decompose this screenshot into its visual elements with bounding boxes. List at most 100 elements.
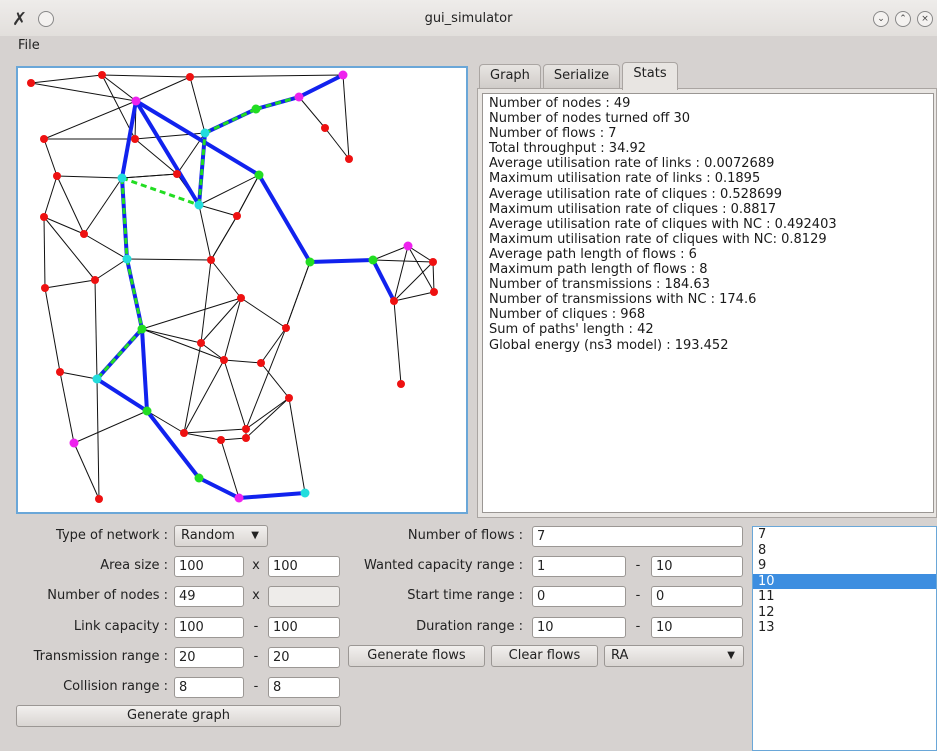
graph-node[interactable] [197,339,205,347]
flow-list-item[interactable]: 12 [753,605,936,621]
wanted-capacity-min-input[interactable] [532,556,626,577]
graph-node[interactable] [242,434,250,442]
graph-edge [43,175,58,218]
graph-node[interactable] [338,70,348,80]
graph-node[interactable] [397,380,405,388]
graph-node[interactable] [305,257,315,267]
graph-node[interactable] [217,436,225,444]
graph-node[interactable] [242,425,250,433]
duration-max-input[interactable] [651,617,743,638]
graph-node[interactable] [368,255,378,265]
number-of-nodes-input[interactable] [174,586,244,607]
start-time-max-input[interactable] [651,586,743,607]
graph-node[interactable] [254,170,264,180]
transmission-range-max-input[interactable] [268,647,340,668]
close-icon[interactable]: × [917,11,933,27]
graph-node[interactable] [220,356,228,364]
graph-edge [59,371,75,444]
clear-flows-button[interactable]: Clear flows [491,645,598,667]
graph-node[interactable] [91,276,99,284]
minimize-icon[interactable]: ⌄ [873,11,889,27]
graph-node[interactable] [257,359,265,367]
tab-graph[interactable]: Graph [479,64,541,88]
number-of-flows-input[interactable] [532,526,743,547]
graph-node[interactable] [98,71,106,79]
flow-list[interactable]: 7 8 9 10 11 12 13 [752,526,937,751]
graph-node[interactable] [92,374,102,384]
maximize-icon[interactable]: ⌃ [895,11,911,27]
generate-graph-button[interactable]: Generate graph [16,705,341,727]
graph-node[interactable] [53,172,61,180]
network-graph[interactable] [18,68,466,512]
graph-node[interactable] [194,473,204,483]
graph-node[interactable] [131,135,139,143]
transmission-range-min-input[interactable] [174,647,244,668]
graph-node[interactable] [69,438,79,448]
graph-node[interactable] [117,173,127,183]
graph-node[interactable] [294,92,304,102]
flow-list-item[interactable]: 13 [753,620,936,636]
graph-node[interactable] [41,284,49,292]
collision-range-max-input[interactable] [268,677,340,698]
graph-node[interactable] [95,495,103,503]
graph-node[interactable] [234,493,244,503]
graph-node[interactable] [345,155,353,163]
graph-node[interactable] [40,135,48,143]
graph-node[interactable] [194,200,204,210]
graph-node[interactable] [173,170,181,178]
nodes-extra-input [268,586,340,607]
stats-text-area[interactable]: Number of nodes : 49 Number of nodes tur… [482,93,934,513]
graph-node[interactable] [142,406,152,416]
graph-node[interactable] [233,212,241,220]
start-time-min-input[interactable] [532,586,626,607]
flow-list-item[interactable]: 11 [753,589,936,605]
flow-list-item[interactable]: 9 [753,558,936,574]
graph-node[interactable] [251,104,261,114]
graph-node[interactable] [207,256,215,264]
graph-edge [141,328,225,361]
link-capacity-min-input[interactable] [174,617,244,638]
network-type-select[interactable]: Random ▼ [174,525,268,547]
generate-flows-button[interactable]: Generate flows [348,645,485,667]
algorithm-select[interactable]: RA ▼ [604,645,744,667]
graph-node[interactable] [429,258,437,266]
flow-list-item[interactable]: 8 [753,543,936,559]
graph-node[interactable] [403,241,413,251]
flow-list-item-selected[interactable]: 10 [753,573,936,589]
graph-node[interactable] [27,79,35,87]
graph-node[interactable] [122,254,132,264]
graph-node[interactable] [300,488,310,498]
graph-node[interactable] [186,73,194,81]
graph-edge [393,300,402,385]
graph-node[interactable] [137,324,147,334]
tab-serialize[interactable]: Serialize [543,64,620,88]
flow-list-item[interactable]: 7 [753,527,936,543]
link-capacity-max-input[interactable] [268,617,340,638]
graph-node[interactable] [80,230,88,238]
area-separator: x [252,558,260,573]
collision-range-min-input[interactable] [174,677,244,698]
wanted-capacity-max-input[interactable] [651,556,743,577]
graph-canvas[interactable] [16,66,468,514]
graph-node[interactable] [430,288,438,296]
duration-min-input[interactable] [532,617,626,638]
tab-stats[interactable]: Stats [622,62,678,90]
graph-node[interactable] [282,324,290,332]
graph-edge [44,279,96,289]
graph-node[interactable] [200,128,210,138]
graph-node[interactable] [390,297,398,305]
graph-node[interactable] [321,124,329,132]
graph-node[interactable] [131,96,141,106]
graph-node[interactable] [40,213,48,221]
graph-node[interactable] [180,429,188,437]
area-y-input[interactable] [268,556,340,577]
graph-edge [298,96,326,129]
flow-edge [257,173,312,264]
graph-node[interactable] [237,294,245,302]
graph-node[interactable] [285,394,293,402]
graph-node[interactable] [56,368,64,376]
graph-edge [43,138,58,177]
flow-edge [134,99,261,177]
menu-file[interactable]: File [18,38,40,53]
area-x-input[interactable] [174,556,244,577]
